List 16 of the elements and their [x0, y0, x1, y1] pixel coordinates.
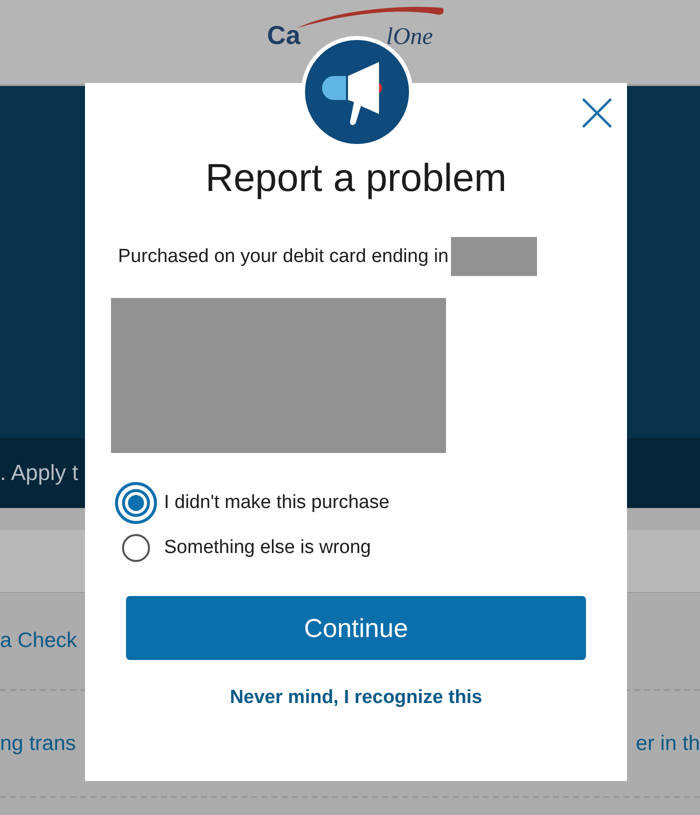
link[interactable]: ng trans [0, 732, 76, 756]
continue-button[interactable]: Continue [126, 596, 586, 660]
radio-button[interactable] [115, 482, 157, 524]
logo-text: Ca [267, 20, 300, 51]
link[interactable]: a Check [0, 629, 78, 653]
option-label: I didn't make this purchase [164, 492, 390, 514]
option-label: Something else is wrong [164, 537, 371, 559]
close-icon [582, 98, 612, 128]
close-button[interactable] [582, 98, 612, 128]
logo-text: lOne [386, 24, 433, 51]
banner-text: . Apply t [0, 460, 78, 486]
radio-button[interactable] [122, 534, 150, 562]
dismiss-link[interactable]: Never mind, I recognize this [230, 687, 482, 709]
link[interactable]: er in th [636, 732, 700, 756]
message-text: Purchased on your debit card ending in [118, 246, 449, 268]
dialog-title: Report a problem [205, 157, 507, 201]
